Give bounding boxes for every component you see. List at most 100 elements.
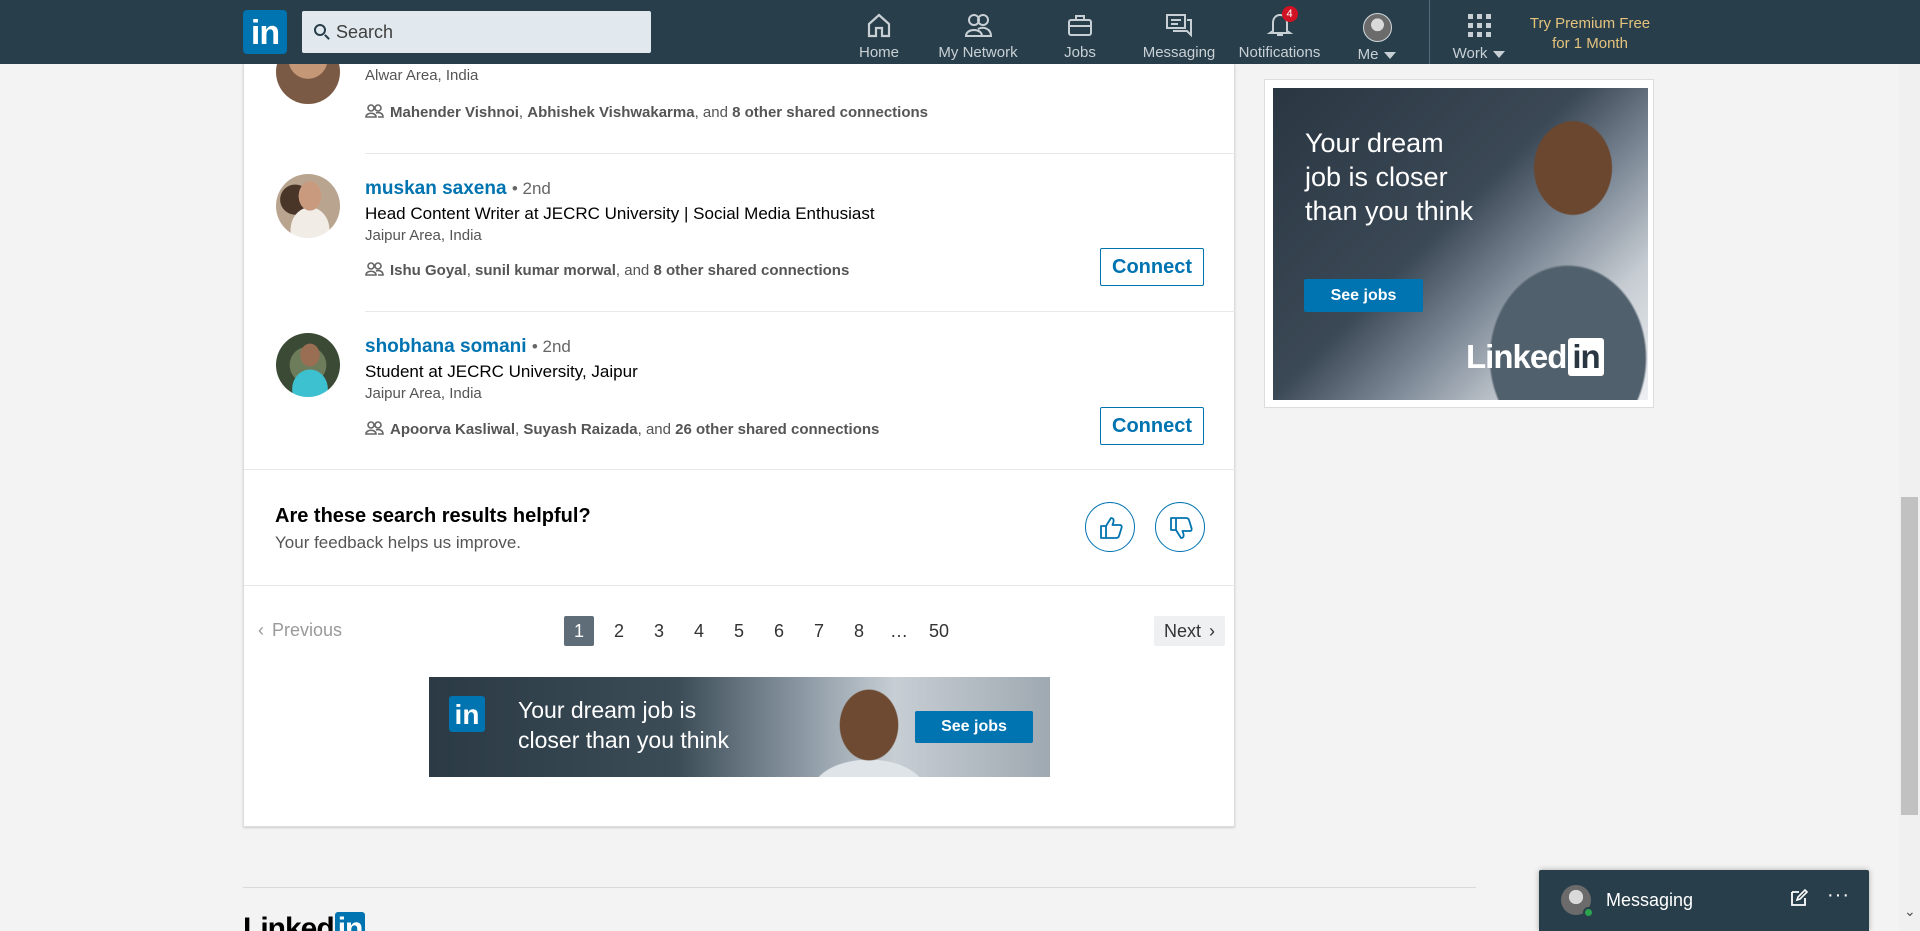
briefcase-icon [1066, 12, 1094, 38]
page-button-1[interactable]: 1 [564, 616, 594, 646]
messaging-title[interactable]: Messaging [1606, 890, 1693, 911]
divider [365, 311, 1236, 312]
see-jobs-button[interactable]: See jobs [1304, 279, 1423, 312]
shared-name: Apoorva Kasliwal [390, 421, 516, 438]
shared-connections[interactable]: Mahender Vishnoi, Abhishek Vishwakarma, … [365, 104, 928, 121]
network-icon [964, 12, 993, 38]
chevron-down-icon [1493, 50, 1506, 58]
connection-degree: • 2nd [531, 337, 571, 356]
connect-button[interactable]: Connect [1100, 248, 1204, 286]
logo-in: in [1568, 338, 1604, 376]
page-button-3[interactable]: 3 [639, 616, 679, 646]
banner-ad[interactable]: in Your dream job is closer than you thi… [429, 677, 1050, 777]
footer-linkedin-logo: Linked in [243, 912, 366, 931]
banner-ad-text: Your dream job is closer than you think [518, 695, 788, 755]
logo-in: in [334, 912, 366, 931]
linkedin-logo[interactable]: in [243, 10, 287, 54]
shared-conj: , and [694, 104, 733, 121]
feedback-subtitle: Your feedback helps us improve. [275, 533, 522, 552]
shared-name: sunil kumar morwal [475, 262, 616, 279]
page-scrollbar[interactable]: ⌄ [1899, 0, 1920, 931]
shared-name: Abhishek Vishwakarma [527, 104, 695, 121]
shared-conj: , and [615, 262, 654, 279]
page-button-7[interactable]: 7 [799, 616, 839, 646]
nav-me-label: Me [1357, 46, 1379, 63]
logo-word: Linked [243, 912, 335, 931]
thumbs-down-button[interactable] [1155, 502, 1205, 552]
shared-count: 26 other shared connections [675, 421, 880, 438]
nav-my-network[interactable]: My Network [932, 0, 1024, 64]
compose-icon[interactable] [1789, 888, 1809, 908]
chevron-down-icon [1384, 51, 1397, 59]
shared-conj: , and [637, 421, 676, 438]
avatar[interactable] [276, 333, 340, 397]
thumbs-up-button[interactable] [1085, 502, 1135, 552]
chevron-left-icon: ‹ [258, 620, 264, 640]
linkedin-logo: in [449, 696, 485, 732]
scrollbar-thumb[interactable] [1901, 497, 1918, 815]
scroll-down-arrow-icon[interactable]: ⌄ [1904, 903, 1916, 920]
divider [244, 469, 1236, 470]
nav-work-label: Work [1452, 45, 1488, 62]
page-button-50[interactable]: 50 [919, 616, 959, 646]
avatar[interactable] [276, 174, 340, 238]
result-location: Alwar Area, India [365, 67, 479, 84]
shared-name: Mahender Vishnoi [390, 104, 519, 121]
nav-me[interactable]: Me [1352, 0, 1402, 64]
feedback-title: Are these search results helpful? [275, 505, 591, 527]
page-button-2[interactable]: 2 [599, 616, 639, 646]
home-icon [865, 12, 893, 38]
side-ad[interactable]: Your dream job is closer than you think … [1264, 79, 1654, 408]
shared-name: Ishu Goyal [390, 262, 467, 279]
result-name-text[interactable]: muskan saxena [365, 178, 507, 199]
online-status-icon [1583, 907, 1594, 918]
pagination-next-label: Next [1164, 621, 1202, 641]
result-name[interactable]: shobhana somani • 2nd [365, 336, 571, 358]
premium-line-1: Try Premium Free [1529, 15, 1651, 32]
result-location: Jaipur Area, India [365, 227, 482, 244]
search-input[interactable] [336, 11, 641, 53]
nav-work-label-wrap: Work [1446, 45, 1512, 62]
nav-home[interactable]: Home [855, 0, 903, 64]
result-name[interactable]: muskan saxena • 2nd [365, 178, 551, 200]
page-button-8[interactable]: 8 [839, 616, 879, 646]
page-button-5[interactable]: 5 [719, 616, 759, 646]
notification-badge: 4 [1281, 6, 1298, 22]
nav-jobs[interactable]: Jobs [1060, 0, 1100, 64]
shared-connections[interactable]: Apoorva Kasliwal, Suyash Raizada, and 26… [365, 421, 879, 438]
pagination-previous-label: Previous [272, 620, 343, 640]
bell-icon: 4 [1266, 6, 1298, 38]
premium-upsell-link[interactable]: Try Premium Free for 1 Month [1520, 14, 1660, 54]
shared-comma: , [466, 262, 476, 279]
shared-count: 8 other shared connections [653, 262, 850, 279]
page-button-6[interactable]: 6 [759, 616, 799, 646]
chat-icon [1165, 12, 1193, 38]
nav-me-label-wrap: Me [1352, 46, 1402, 63]
search-results-card: Alwar Area, India Mahender Vishnoi, Abhi… [243, 40, 1236, 827]
pagination-previous[interactable]: ‹ Previous [258, 620, 342, 641]
connect-button[interactable]: Connect [1100, 407, 1204, 445]
shared-connections[interactable]: Ishu Goyal, sunil kumar morwal, and 8 ot… [365, 262, 849, 279]
shared-count: 8 other shared connections [732, 104, 928, 121]
nav-jobs-label: Jobs [1064, 44, 1096, 61]
nav-my-network-label: My Network [938, 44, 1018, 61]
banner-ad-line-1: Your dream job is [518, 697, 697, 723]
shared-name: Suyash Raizada [523, 421, 638, 438]
page-button-4[interactable]: 4 [679, 616, 719, 646]
nav-messaging[interactable]: Messaging [1136, 0, 1222, 64]
search-icon [314, 24, 326, 36]
nav-messaging-label: Messaging [1142, 44, 1216, 61]
more-options-icon[interactable]: ··· [1827, 884, 1850, 907]
nav-work[interactable]: Work [1446, 0, 1512, 64]
pagination-pages: 1 2 3 4 5 6 7 8 … 50 [559, 616, 959, 646]
logo-word: Linked [1466, 338, 1567, 375]
divider [244, 585, 1236, 586]
nav-notifications[interactable]: 4 Notifications [1237, 0, 1322, 64]
result-name-text[interactable]: shobhana somani [365, 336, 527, 357]
people-icon [365, 262, 384, 276]
messaging-bar[interactable]: Messaging ··· [1539, 870, 1869, 931]
search-box[interactable] [302, 11, 651, 53]
pagination-next[interactable]: Next › [1154, 616, 1226, 646]
shared-comma: , [518, 104, 528, 121]
see-jobs-button[interactable]: See jobs [915, 711, 1033, 743]
